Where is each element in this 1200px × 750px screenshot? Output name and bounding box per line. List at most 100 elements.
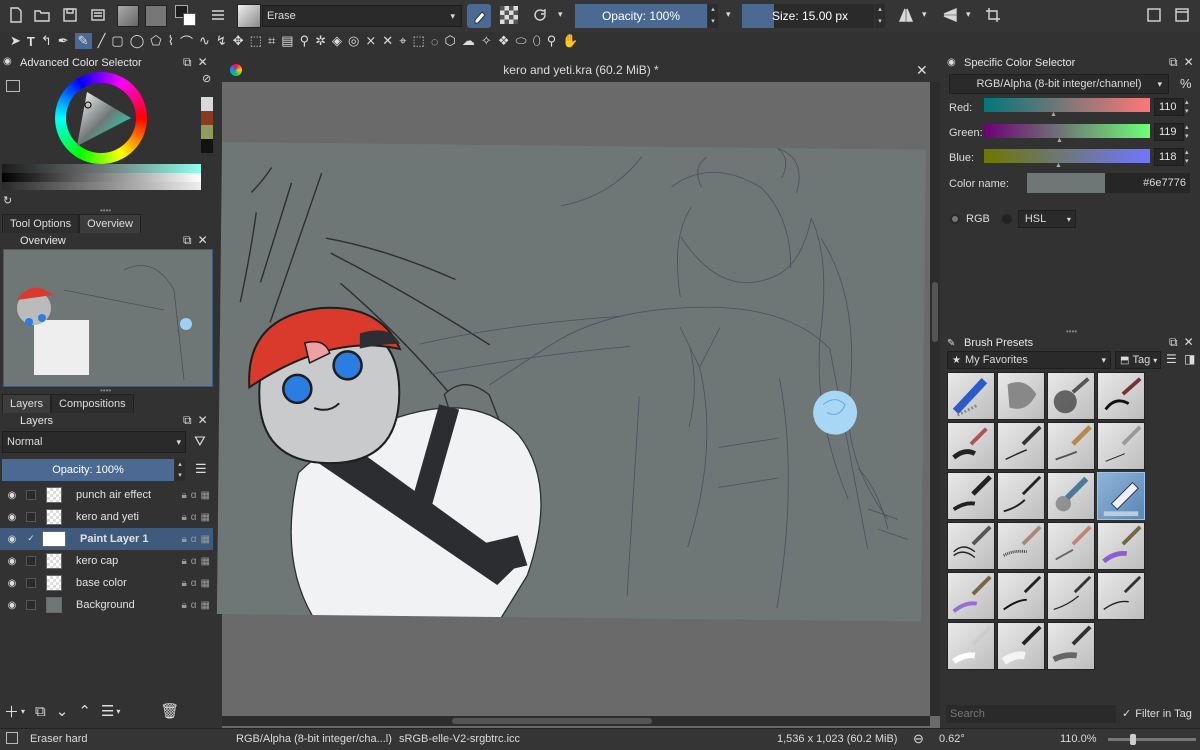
view-mode-icon[interactable]: ☰: [1166, 352, 1177, 366]
lock-icon[interactable]: 🔒︎: [181, 578, 186, 589]
mirror-horizontal-icon[interactable]: [896, 5, 916, 25]
move-layer-down-icon[interactable]: ⌄: [56, 702, 69, 720]
contiguous-select-icon[interactable]: ✧: [481, 33, 492, 49]
alpha-icon[interactable]: α: [191, 490, 197, 501]
close-icon[interactable]: ✕: [916, 62, 928, 79]
preserve-alpha-button[interactable]: [500, 6, 518, 24]
float-icon[interactable]: ⧉: [183, 55, 192, 70]
layer-properties-icon[interactable]: ☰: [101, 702, 114, 720]
alpha-icon[interactable]: α: [191, 578, 197, 589]
tab-tool-options[interactable]: Tool Options: [2, 214, 80, 233]
lock-icon[interactable]: 🔒︎: [181, 600, 186, 611]
eye-icon[interactable]: ◉: [5, 600, 19, 611]
close-icon[interactable]: ✕: [1184, 335, 1194, 350]
alpha-icon[interactable]: α: [191, 600, 197, 611]
maximize-icon[interactable]: [1172, 5, 1192, 25]
float-icon[interactable]: ⧉: [1169, 335, 1178, 350]
percent-toggle[interactable]: %: [1180, 76, 1192, 91]
bezier-select-icon[interactable]: ⬭: [515, 33, 526, 49]
rotation-icon[interactable]: ⊖: [913, 731, 924, 747]
chevron-down-icon[interactable]: ▾: [116, 707, 120, 716]
layer-row-kero-cap[interactable]: ◉ kero cap 🔒︎ α ▦: [0, 550, 213, 572]
hsl-select[interactable]: HSL ▾: [1017, 210, 1076, 228]
gradient-swatch[interactable]: [117, 5, 139, 27]
rgb-radio[interactable]: [950, 214, 960, 224]
close-icon[interactable]: ✕: [198, 55, 208, 70]
zoom-tool-icon[interactable]: ⚲: [547, 33, 557, 49]
alpha-icon[interactable]: α: [191, 556, 197, 567]
measure-tool-icon[interactable]: ✕: [382, 33, 393, 49]
canvas-settings-icon[interactable]: [88, 5, 108, 25]
similar-select-icon[interactable]: ❖: [498, 33, 510, 49]
brush-preset-purple-ink[interactable]: [1097, 522, 1145, 570]
inherit-alpha-icon[interactable]: ▦: [201, 600, 210, 611]
lock-icon[interactable]: 🔒︎: [181, 534, 186, 545]
brush-preset-white-airbrush[interactable]: [997, 622, 1045, 670]
save-icon[interactable]: [60, 5, 80, 25]
inherit-alpha-icon[interactable]: ▦: [201, 512, 210, 523]
size-spin[interactable]: ▴ ▾: [875, 4, 885, 28]
window-icon[interactable]: [1144, 5, 1164, 25]
brush-tag-select[interactable]: ★ My Favorites ▾: [947, 351, 1111, 369]
float-icon[interactable]: ⧉: [1169, 55, 1178, 70]
brush-preset-purple-paint[interactable]: [947, 572, 995, 620]
color-picker-icon[interactable]: ⚲: [300, 33, 310, 49]
red-slider[interactable]: [984, 98, 1150, 112]
perspective-grid-icon[interactable]: ⨯: [365, 33, 376, 49]
tab-overview[interactable]: Overview: [79, 214, 141, 233]
color-wheel[interactable]: [55, 72, 147, 164]
lock-icon[interactable]: 🔒︎: [181, 512, 186, 523]
lock-icon[interactable]: 🔒︎: [181, 556, 186, 567]
layer-flags[interactable]: 🔒︎ α ▦: [181, 556, 210, 567]
no-color-icon[interactable]: ⊘: [202, 72, 211, 85]
chevron-down-icon[interactable]: ▾: [558, 9, 563, 20]
brush-preset-fine-liner[interactable]: [997, 422, 1045, 470]
open-document-icon[interactable]: [32, 5, 52, 25]
layer-flags[interactable]: 🔒︎ α ▦: [181, 512, 210, 523]
layer-checkbox-checked[interactable]: ✓: [26, 534, 36, 544]
move-tool-icon[interactable]: ✥: [233, 33, 244, 49]
brush-preset-blender[interactable]: [1047, 472, 1095, 520]
alpha-icon[interactable]: α: [191, 534, 197, 545]
opacity-slider[interactable]: Opacity: 100%: [575, 4, 707, 28]
tag-button[interactable]: ⬒ Tag ▾: [1115, 351, 1161, 369]
close-icon[interactable]: ✕: [198, 413, 208, 428]
opacity-spin[interactable]: ▴ ▾: [708, 4, 718, 28]
color-shade-strips[interactable]: [2, 164, 201, 190]
filter-in-tag-toggle[interactable]: ✓ Filter in Tag: [1122, 707, 1192, 721]
move-layer-up-icon[interactable]: ⌃: [78, 702, 91, 720]
layer-checkbox[interactable]: [26, 490, 36, 500]
assistant-tool-icon[interactable]: ◎: [348, 33, 359, 49]
brush-preset-chalk[interactable]: [1047, 522, 1095, 570]
document-canvas[interactable]: [216, 142, 926, 622]
size-slider[interactable]: Size: 15.00 px: [742, 4, 874, 28]
chevron-down-icon[interactable]: ▾: [922, 9, 927, 20]
brush-preset-calligraphy[interactable]: [997, 472, 1045, 520]
pan-tool-icon[interactable]: ✋: [562, 33, 578, 49]
layer-flags[interactable]: 🔒︎ α ▦: [181, 490, 210, 501]
recent-color-swatches[interactable]: [201, 97, 213, 153]
inherit-alpha-icon[interactable]: ▦: [201, 578, 210, 589]
chevron-down-icon[interactable]: ▾: [726, 9, 731, 20]
dynamic-brush-icon[interactable]: ↯: [216, 33, 227, 49]
inherit-alpha-icon[interactable]: ▦: [201, 490, 210, 501]
duplicate-layer-icon[interactable]: ⧉: [35, 703, 46, 720]
green-value-box[interactable]: 119: [1154, 123, 1184, 141]
chevron-down-icon[interactable]: ▾: [966, 9, 971, 20]
fg-bg-color-swatch[interactable]: [175, 5, 197, 27]
reference-tool-icon[interactable]: ⌖: [399, 33, 406, 49]
layer-flags[interactable]: 🔒︎ α ▦: [181, 534, 210, 545]
brush-preset-text-pen[interactable]: [1097, 572, 1145, 620]
close-icon[interactable]: ✕: [198, 233, 208, 248]
eraser-mode-button[interactable]: [467, 4, 491, 28]
gradient-tool-icon[interactable]: ▤: [281, 33, 293, 49]
red-value-box[interactable]: 110: [1154, 98, 1184, 116]
brush-preset-wet-paint[interactable]: [947, 422, 995, 470]
brush-preset-smudge[interactable]: [997, 372, 1045, 420]
layer-row-base-color[interactable]: ◉ base color 🔒︎ α ▦: [0, 572, 213, 594]
magnetic-select-icon[interactable]: ⬯: [533, 33, 541, 49]
freehand-brush-icon[interactable]: ✎: [74, 33, 92, 49]
brush-preset-ink-pen[interactable]: [1097, 372, 1145, 420]
calligraphy-icon[interactable]: ✒: [58, 33, 69, 49]
brush-preset-grey-marker[interactable]: [1047, 622, 1095, 670]
